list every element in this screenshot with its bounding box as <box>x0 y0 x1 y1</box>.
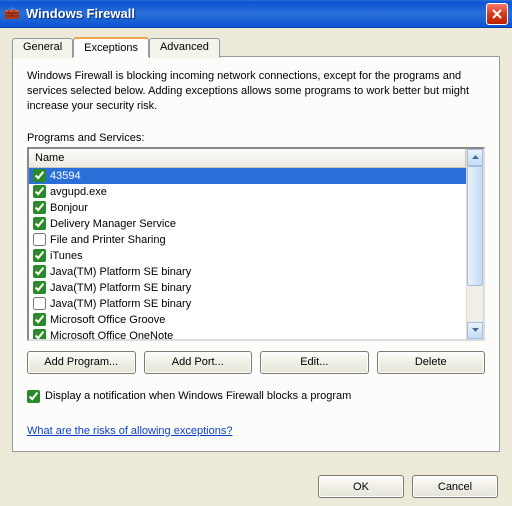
column-header-name[interactable]: Name <box>29 149 466 168</box>
list-item-checkbox[interactable] <box>33 217 46 230</box>
scroll-up-button[interactable] <box>467 149 483 166</box>
programs-listbox[interactable]: Name 43594 avgupd.exe Bonjour Delivery Mana… <box>27 147 485 341</box>
tab-advanced[interactable]: Advanced <box>149 38 220 58</box>
list-item-label: Microsoft Office OneNote <box>50 330 173 339</box>
list-item-checkbox[interactable] <box>33 313 46 326</box>
list-item-checkbox[interactable] <box>33 201 46 214</box>
delete-button[interactable]: Delete <box>377 351 486 374</box>
risks-help-link[interactable]: What are the risks of allowing exception… <box>27 425 232 437</box>
list-item[interactable]: Bonjour <box>29 200 466 216</box>
list-item-label: Bonjour <box>50 202 88 214</box>
scroll-down-button[interactable] <box>467 322 483 339</box>
list-item[interactable]: iTunes <box>29 248 466 264</box>
list-item-checkbox[interactable] <box>33 185 46 198</box>
list-item-checkbox[interactable] <box>33 265 46 278</box>
list-item-label: Java(TM) Platform SE binary <box>50 266 191 278</box>
list-item-checkbox[interactable] <box>33 281 46 294</box>
edit-button[interactable]: Edit... <box>260 351 369 374</box>
tab-general[interactable]: General <box>12 38 73 58</box>
notify-label: Display a notification when Windows Fire… <box>45 390 351 402</box>
cancel-button[interactable]: Cancel <box>412 475 498 498</box>
list-item-checkbox[interactable] <box>33 169 46 182</box>
list-item[interactable]: Microsoft Office Groove <box>29 312 466 328</box>
list-scroll-area: Name 43594 avgupd.exe Bonjour Delivery Mana… <box>29 149 466 339</box>
list-item[interactable]: Java(TM) Platform SE binary <box>29 280 466 296</box>
list-item-label: Delivery Manager Service <box>50 218 176 230</box>
tab-exceptions[interactable]: Exceptions <box>73 37 149 57</box>
list-items-container: 43594 avgupd.exe Bonjour Delivery Manager S… <box>29 168 466 339</box>
ok-button[interactable]: OK <box>318 475 404 498</box>
window-title: Windows Firewall <box>26 6 486 21</box>
list-item-checkbox[interactable] <box>33 297 46 310</box>
titlebar: Windows Firewall <box>0 0 512 28</box>
list-item-label: Microsoft Office Groove <box>50 314 165 326</box>
firewall-icon <box>4 6 20 22</box>
list-item-label: Java(TM) Platform SE binary <box>50 298 191 310</box>
list-item-checkbox[interactable] <box>33 329 46 339</box>
list-item-checkbox[interactable] <box>33 233 46 246</box>
list-item-label: iTunes <box>50 250 83 262</box>
programs-list-label: Programs and Services: <box>27 132 485 144</box>
list-item[interactable]: Java(TM) Platform SE binary <box>29 296 466 312</box>
add-port-button[interactable]: Add Port... <box>144 351 253 374</box>
list-item-label: avgupd.exe <box>50 186 107 198</box>
tab-panel-exceptions: Windows Firewall is blocking incoming ne… <box>12 56 500 452</box>
list-item-label: 43594 <box>50 170 81 182</box>
scrollbar-thumb[interactable] <box>467 166 483 286</box>
list-item-label: File and Printer Sharing <box>50 234 166 246</box>
list-item-checkbox[interactable] <box>33 249 46 262</box>
add-program-button[interactable]: Add Program... <box>27 351 136 374</box>
list-item[interactable]: File and Printer Sharing <box>29 232 466 248</box>
list-item-label: Java(TM) Platform SE binary <box>50 282 191 294</box>
vertical-scrollbar[interactable] <box>466 149 483 339</box>
dialog-buttons: OK Cancel <box>318 475 498 498</box>
close-button[interactable] <box>486 3 508 25</box>
list-item[interactable]: 43594 <box>29 168 466 184</box>
scrollbar-track[interactable] <box>467 166 483 322</box>
list-item[interactable]: Delivery Manager Service <box>29 216 466 232</box>
list-buttons-row: Add Program... Add Port... Edit... Delet… <box>27 351 485 374</box>
dialog-body: General Exceptions Advanced Windows Fire… <box>0 28 512 506</box>
notify-row: Display a notification when Windows Fire… <box>27 390 485 403</box>
tab-strip: General Exceptions Advanced <box>12 36 500 56</box>
list-item[interactable]: avgupd.exe <box>29 184 466 200</box>
notify-checkbox[interactable] <box>27 390 40 403</box>
exceptions-description: Windows Firewall is blocking incoming ne… <box>27 69 485 114</box>
list-item[interactable]: Microsoft Office OneNote <box>29 328 466 339</box>
list-item[interactable]: Java(TM) Platform SE binary <box>29 264 466 280</box>
